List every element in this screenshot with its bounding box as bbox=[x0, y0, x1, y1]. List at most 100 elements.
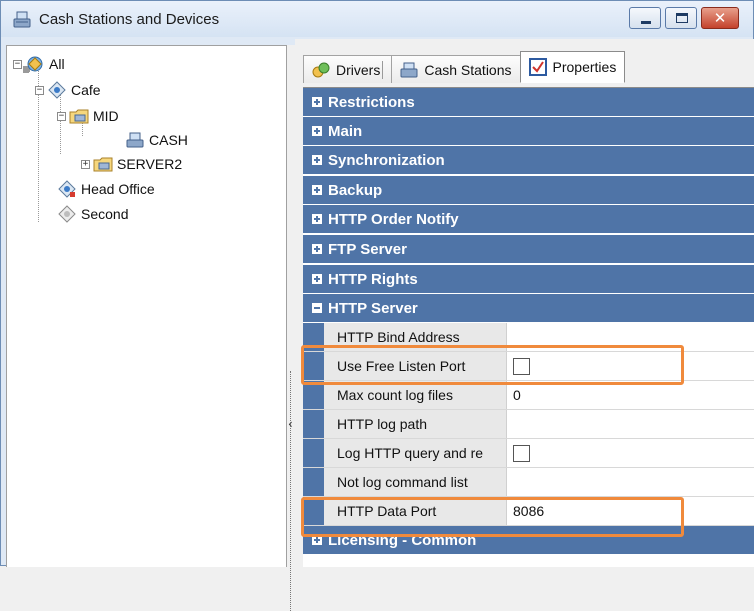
category-label: Restrictions bbox=[328, 93, 415, 111]
category-label: Backup bbox=[328, 181, 383, 199]
network-icon bbox=[25, 55, 45, 73]
property-value[interactable] bbox=[507, 323, 754, 351]
pane-splitter[interactable]: ‹ bbox=[287, 45, 295, 611]
folder-cash-icon bbox=[69, 107, 89, 125]
maximize-icon bbox=[676, 13, 688, 23]
device-tree[interactable]: − All − Cafe − MID CASH + SERVER2 Head O… bbox=[6, 45, 287, 567]
tree-item-label: Head Office bbox=[81, 181, 155, 197]
category-label: HTTP Rights bbox=[328, 270, 418, 288]
expand-icon[interactable] bbox=[312, 535, 322, 545]
drivers-icon bbox=[312, 61, 330, 79]
expand-icon[interactable]: + bbox=[81, 159, 90, 169]
tree-item-cafe[interactable]: − Cafe bbox=[35, 80, 101, 100]
tab-drivers[interactable]: Drivers bbox=[303, 55, 393, 83]
tree-item-label: SERVER2 bbox=[117, 156, 183, 172]
location-node-icon bbox=[57, 180, 77, 198]
tab-label: Cash Stations bbox=[424, 61, 512, 78]
category-ftp-server[interactable]: FTP Server bbox=[303, 235, 754, 264]
property-value[interactable]: 8086 bbox=[507, 497, 754, 525]
cash-register-icon bbox=[11, 8, 33, 30]
tab-properties[interactable]: Properties bbox=[519, 51, 626, 83]
property-name: Use Free Listen Port bbox=[324, 352, 507, 380]
detail-pane: Drivers Cash Stations Properties Restric… bbox=[295, 39, 754, 567]
folder-cash-icon bbox=[93, 155, 113, 173]
properties-icon bbox=[528, 58, 547, 76]
tab-divider bbox=[382, 60, 384, 79]
collapse-icon[interactable]: − bbox=[13, 59, 22, 69]
log-http-query-checkbox[interactable] bbox=[513, 444, 530, 462]
category-label: HTTP Server bbox=[328, 299, 418, 317]
expand-icon[interactable] bbox=[312, 126, 322, 136]
category-main[interactable]: Main bbox=[303, 117, 754, 146]
tree-item-mid[interactable]: − MID bbox=[57, 106, 119, 126]
splitter-grip bbox=[290, 371, 291, 611]
property-row-max-count-log-files[interactable]: Max count log files 0 bbox=[303, 381, 754, 410]
category-label: Licensing - Common bbox=[328, 531, 477, 549]
property-name: Log HTTP query and re bbox=[324, 439, 507, 467]
property-name: Max count log files bbox=[324, 381, 507, 409]
property-name: HTTP Data Port bbox=[324, 497, 507, 525]
close-button[interactable]: ✕ bbox=[701, 7, 739, 29]
tree-item-label: Second bbox=[81, 206, 129, 222]
category-label: Synchronization bbox=[328, 151, 445, 169]
expand-icon[interactable] bbox=[312, 97, 322, 107]
category-synchronization[interactable]: Synchronization bbox=[303, 146, 754, 175]
tree-item-all[interactable]: − All bbox=[13, 54, 65, 74]
property-value[interactable]: 0 bbox=[507, 381, 754, 409]
property-row-http-data-port[interactable]: HTTP Data Port 8086 bbox=[303, 497, 754, 526]
collapse-icon[interactable]: − bbox=[35, 85, 44, 95]
tree-item-label: CASH bbox=[149, 132, 188, 148]
property-grid[interactable]: Restrictions Main Synchronization Backup… bbox=[303, 87, 754, 567]
category-label: HTTP Order Notify bbox=[328, 210, 459, 228]
tree-item-cash[interactable]: CASH bbox=[125, 130, 188, 150]
tab-label: Drivers bbox=[336, 61, 381, 78]
minimize-icon bbox=[641, 21, 651, 24]
tree-item-server2[interactable]: + SERVER2 bbox=[81, 154, 182, 174]
tree-item-head-office[interactable]: Head Office bbox=[57, 179, 155, 199]
title-bar[interactable]: Cash Stations and Devices ✕ bbox=[1, 1, 753, 37]
property-value[interactable] bbox=[507, 439, 754, 467]
expand-icon[interactable] bbox=[312, 274, 322, 284]
main-window: Cash Stations and Devices ✕ − All − Cafe bbox=[0, 0, 754, 611]
expand-icon[interactable] bbox=[312, 244, 322, 254]
expand-icon[interactable] bbox=[312, 155, 322, 165]
use-free-listen-port-checkbox[interactable] bbox=[513, 357, 530, 375]
tree-item-label: All bbox=[49, 56, 65, 72]
tab-strip: Drivers Cash Stations Properties bbox=[303, 51, 626, 83]
tab-label: Properties bbox=[552, 59, 617, 75]
tree-item-label: MID bbox=[93, 108, 119, 124]
property-value[interactable] bbox=[507, 352, 754, 380]
property-row-log-http-query[interactable]: Log HTTP query and re bbox=[303, 439, 754, 468]
expand-icon[interactable] bbox=[312, 185, 322, 195]
category-label: Main bbox=[328, 122, 363, 140]
category-label: FTP Server bbox=[328, 240, 407, 258]
collapse-icon[interactable] bbox=[312, 303, 322, 313]
collapse-icon[interactable]: − bbox=[57, 111, 66, 121]
property-value[interactable] bbox=[507, 468, 754, 496]
category-restrictions[interactable]: Restrictions bbox=[303, 88, 754, 117]
property-value[interactable] bbox=[507, 410, 754, 438]
window-title: Cash Stations and Devices bbox=[39, 10, 220, 28]
category-http-server[interactable]: HTTP Server bbox=[303, 294, 754, 323]
minimize-button[interactable] bbox=[629, 7, 661, 29]
cash-register-icon bbox=[400, 61, 418, 79]
tab-cash-stations[interactable]: Cash Stations bbox=[391, 55, 521, 83]
expand-icon[interactable] bbox=[312, 214, 322, 224]
cash-register-icon bbox=[125, 131, 145, 149]
property-row-http-bind-address[interactable]: HTTP Bind Address bbox=[303, 323, 754, 352]
tree-item-label: Cafe bbox=[71, 82, 101, 98]
property-name: HTTP log path bbox=[324, 410, 507, 438]
property-name: Not log command list bbox=[324, 468, 507, 496]
category-http-rights[interactable]: HTTP Rights bbox=[303, 265, 754, 294]
category-http-order-notify[interactable]: HTTP Order Notify bbox=[303, 205, 754, 234]
category-backup[interactable]: Backup bbox=[303, 176, 754, 205]
close-icon: ✕ bbox=[713, 9, 727, 27]
maximize-button[interactable] bbox=[665, 7, 697, 29]
tree-item-second[interactable]: Second bbox=[57, 204, 128, 224]
property-row-not-log-command-list[interactable]: Not log command list bbox=[303, 468, 754, 497]
property-row-http-log-path[interactable]: HTTP log path bbox=[303, 410, 754, 439]
property-row-use-free-listen-port[interactable]: Use Free Listen Port bbox=[303, 352, 754, 381]
category-licensing-common[interactable]: Licensing - Common bbox=[303, 526, 754, 555]
property-name: HTTP Bind Address bbox=[324, 323, 507, 351]
location-node-icon bbox=[47, 81, 67, 99]
